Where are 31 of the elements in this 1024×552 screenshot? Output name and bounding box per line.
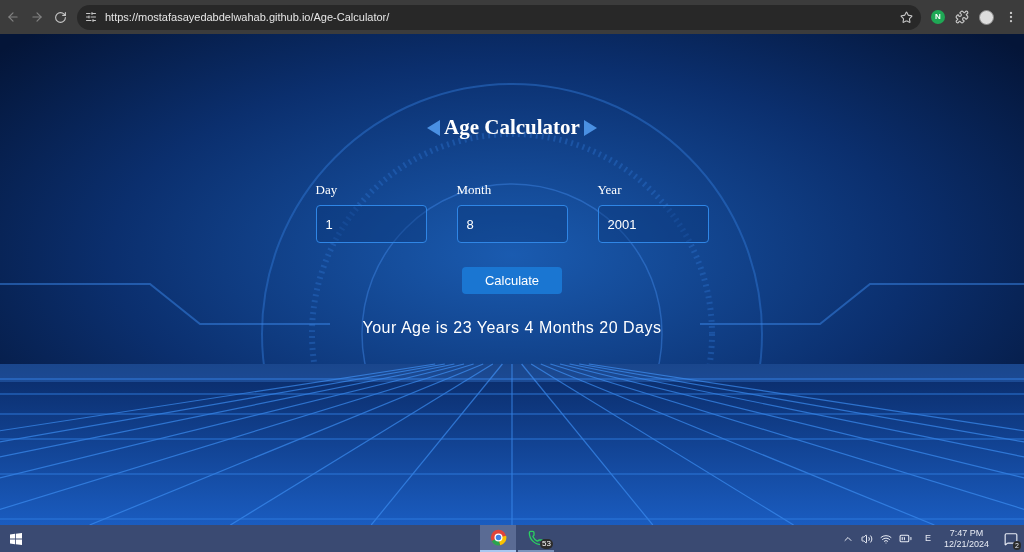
- triangle-icon: [583, 119, 597, 136]
- clock[interactable]: 7:47 PM 12/21/2024: [943, 527, 989, 550]
- reload-icon[interactable]: [54, 10, 67, 24]
- notifications-icon[interactable]: [1004, 531, 1018, 546]
- windows-start-icon[interactable]: [10, 532, 22, 545]
- browser-logo-icon: [489, 529, 507, 546]
- input-field[interactable]: 1: [315, 205, 427, 243]
- input-field[interactable]: 8: [456, 205, 568, 243]
- battery-icon[interactable]: [898, 532, 912, 545]
- badge: 53: [540, 539, 553, 549]
- wifi-icon[interactable]: [879, 532, 892, 545]
- address-bar[interactable]: https://mostafasayedabdelwahab.github.io/Age-Calculator/: [77, 4, 921, 30]
- clock-time: 7:47 PM: [949, 527, 984, 539]
- phone-icon: [528, 529, 544, 546]
- language-indicator[interactable]: E: [924, 531, 931, 546]
- clock-date: 12/21/2024: [943, 538, 989, 550]
- input-field[interactable]: 2001: [597, 205, 709, 243]
- age-result: Your Age is 23 Years 4 Months 20 Days: [362, 318, 662, 338]
- calculate-button[interactable]: Calculate: [462, 267, 562, 294]
- field-label: Day: [315, 180, 339, 199]
- bookmark-icon[interactable]: [900, 10, 913, 24]
- browser-taskbar-icon[interactable]: [480, 525, 516, 552]
- extensions-icon[interactable]: [955, 10, 969, 24]
- field-label: Year: [597, 180, 623, 199]
- site-settings-icon[interactable]: [85, 11, 97, 23]
- url-text: https://mostafasayedabdelwahab.github.io/Age-Calculator/: [105, 9, 391, 25]
- field-label: Month: [456, 180, 493, 199]
- volume-icon[interactable]: [860, 532, 873, 545]
- page-title: Age Calculator: [444, 114, 580, 141]
- triangle-icon: [427, 119, 441, 136]
- profile-avatar[interactable]: [979, 9, 994, 25]
